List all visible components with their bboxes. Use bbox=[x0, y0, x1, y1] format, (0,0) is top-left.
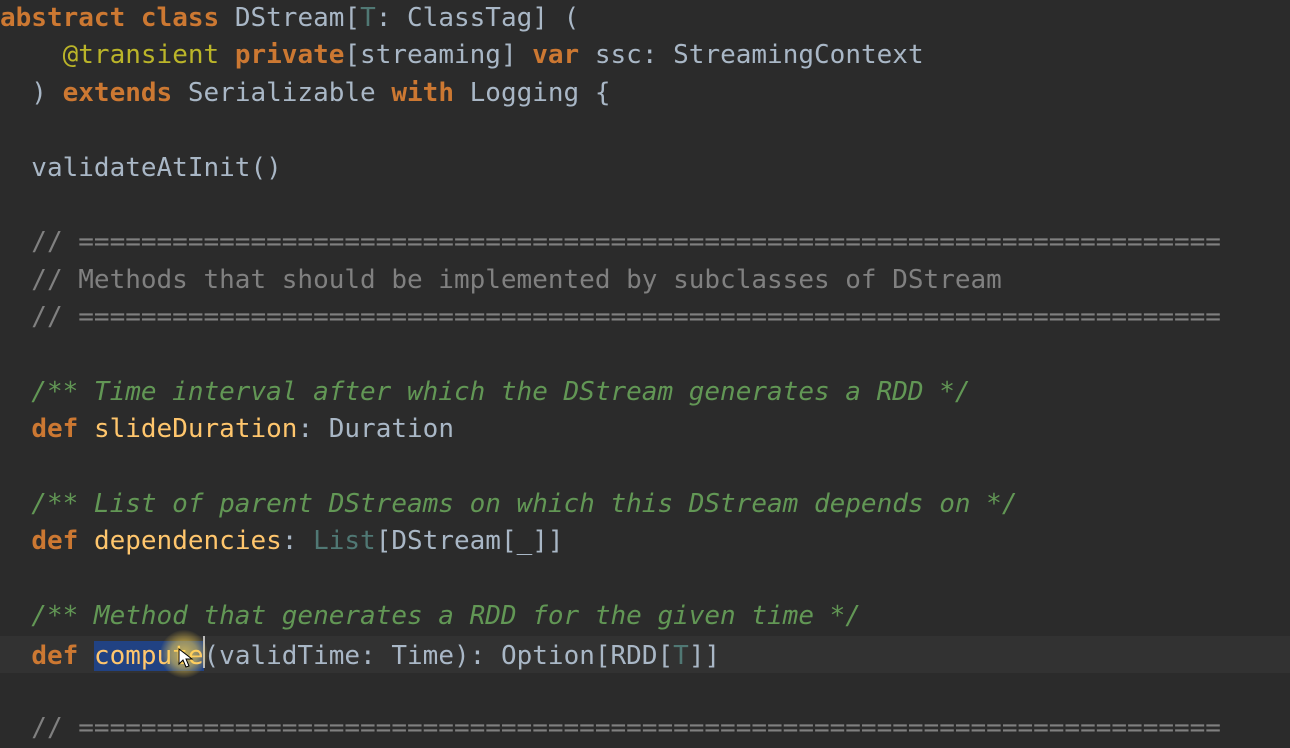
code-line[interactable] bbox=[0, 449, 1290, 486]
code-token: def bbox=[31, 641, 78, 671]
code-token: /** Method that generates a RDD for the … bbox=[0, 601, 861, 631]
code-line[interactable]: // =====================================… bbox=[0, 224, 1290, 261]
code-token: [DStream[_]] bbox=[376, 526, 564, 556]
code-line[interactable]: // =====================================… bbox=[0, 299, 1290, 336]
code-token: ]] bbox=[689, 641, 720, 671]
code-token bbox=[0, 641, 31, 671]
code-token bbox=[125, 3, 141, 33]
code-token: ) bbox=[0, 78, 63, 108]
code-token bbox=[78, 526, 94, 556]
code-token: /** Time interval after which the DStrea… bbox=[0, 377, 971, 407]
code-token: Logging bbox=[470, 78, 580, 108]
code-token: Serializable bbox=[188, 78, 376, 108]
code-token: [RDD[ bbox=[595, 641, 673, 671]
code-token: ClassTag bbox=[407, 3, 532, 33]
code-token: : bbox=[376, 3, 407, 33]
code-token: List bbox=[313, 526, 376, 556]
code-line[interactable]: /** Method that generates a RDD for the … bbox=[0, 598, 1290, 635]
code-token: T bbox=[673, 641, 689, 671]
code-token: : bbox=[297, 414, 328, 444]
code-token: T bbox=[360, 3, 376, 33]
code-token: validateAtInit() bbox=[0, 153, 282, 183]
code-token: ] ( bbox=[532, 3, 579, 33]
code-token: Option bbox=[501, 641, 595, 671]
code-token: StreamingContext bbox=[673, 40, 923, 70]
code-line[interactable]: /** List of parent DStreams on which thi… bbox=[0, 486, 1290, 523]
code-token: with bbox=[391, 78, 454, 108]
code-line[interactable]: // =====================================… bbox=[0, 710, 1290, 747]
code-token: [streaming] bbox=[344, 40, 532, 70]
code-token: class bbox=[141, 3, 219, 33]
code-token bbox=[172, 78, 188, 108]
code-token: // =====================================… bbox=[0, 713, 1221, 743]
code-line[interactable]: /** Time interval after which the DStrea… bbox=[0, 374, 1290, 411]
code-token bbox=[454, 78, 470, 108]
code-editor[interactable]: abstract class DStream[T: ClassTag] ( @t… bbox=[0, 0, 1290, 748]
code-token bbox=[0, 414, 31, 444]
code-line[interactable] bbox=[0, 561, 1290, 598]
code-token: [ bbox=[344, 3, 360, 33]
code-token: var bbox=[532, 40, 579, 70]
code-token: (validTime: bbox=[204, 641, 392, 671]
code-line[interactable] bbox=[0, 187, 1290, 224]
code-token: : bbox=[282, 526, 313, 556]
code-token: // =====================================… bbox=[0, 302, 1221, 332]
code-token: dependencies bbox=[94, 526, 282, 556]
code-token bbox=[0, 526, 31, 556]
code-token bbox=[0, 40, 63, 70]
code-token bbox=[376, 78, 392, 108]
code-token: Duration bbox=[329, 414, 454, 444]
code-token: // Methods that should be implemented by… bbox=[0, 265, 1002, 295]
code-token: Time bbox=[391, 641, 454, 671]
code-line[interactable] bbox=[0, 337, 1290, 374]
code-token bbox=[219, 3, 235, 33]
code-token: @transient bbox=[63, 40, 220, 70]
code-line[interactable]: validateAtInit() bbox=[0, 150, 1290, 187]
code-token: { bbox=[579, 78, 610, 108]
code-token: abstract bbox=[0, 3, 125, 33]
code-line[interactable]: ) extends Serializable with Logging { bbox=[0, 75, 1290, 112]
code-token: /** List of parent DStreams on which thi… bbox=[0, 489, 1017, 519]
code-token: def bbox=[31, 414, 78, 444]
code-token bbox=[78, 641, 94, 671]
code-token: // =====================================… bbox=[0, 227, 1221, 257]
code-line[interactable]: def dependencies: List[DStream[_]] bbox=[0, 523, 1290, 560]
code-line[interactable]: abstract class DStream[T: ClassTag] ( bbox=[0, 0, 1290, 37]
code-token bbox=[219, 40, 235, 70]
code-line[interactable]: // Methods that should be implemented by… bbox=[0, 262, 1290, 299]
code-line[interactable]: @transient private[streaming] var ssc: S… bbox=[0, 37, 1290, 74]
code-token: ): bbox=[454, 641, 501, 671]
code-token: slideDuration bbox=[94, 414, 298, 444]
code-token: DStream bbox=[235, 3, 345, 33]
code-token bbox=[78, 414, 94, 444]
code-token: ssc: bbox=[579, 40, 673, 70]
code-token: private bbox=[235, 40, 345, 70]
code-line[interactable] bbox=[0, 112, 1290, 149]
code-token: def bbox=[31, 526, 78, 556]
code-line[interactable]: def slideDuration: Duration bbox=[0, 411, 1290, 448]
code-line[interactable] bbox=[0, 673, 1290, 710]
code-line[interactable]: def compute(validTime: Time): Option[RDD… bbox=[0, 636, 1290, 673]
code-token: compute bbox=[94, 641, 204, 671]
code-token: extends bbox=[63, 78, 173, 108]
